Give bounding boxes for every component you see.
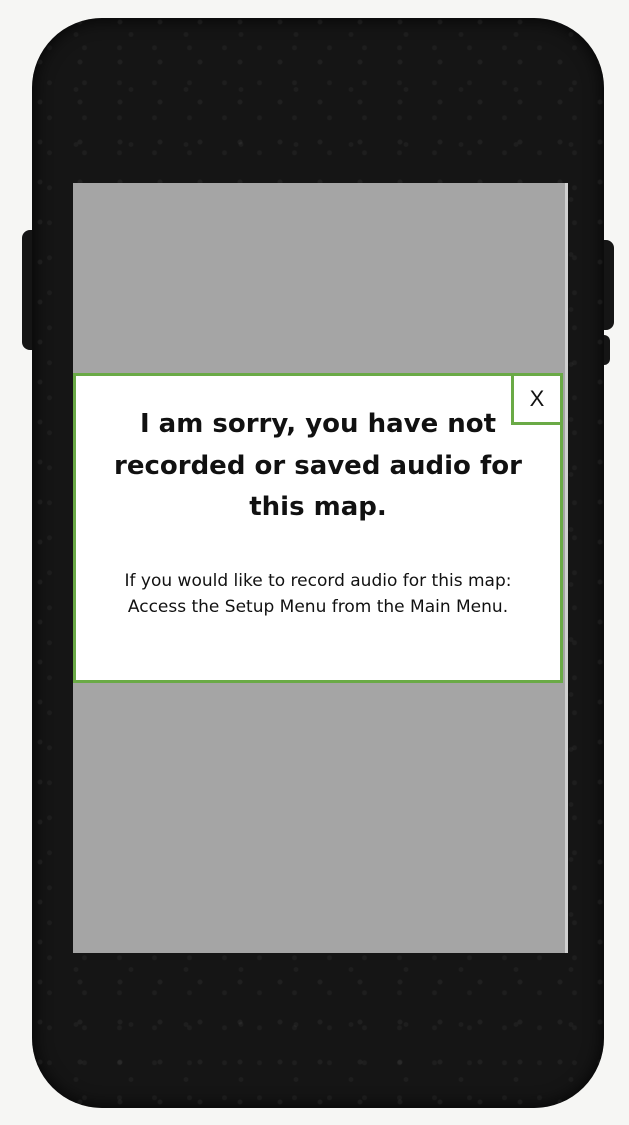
no-audio-dialog: X I am sorry, you have not recorded or s… [73, 373, 563, 683]
dialog-message: If you would like to record audio for th… [124, 571, 512, 618]
dialog-title: I am sorry, you have not recorded or sav… [114, 409, 522, 523]
sketch-page: X I am sorry, you have not recorded or s… [0, 0, 629, 1125]
